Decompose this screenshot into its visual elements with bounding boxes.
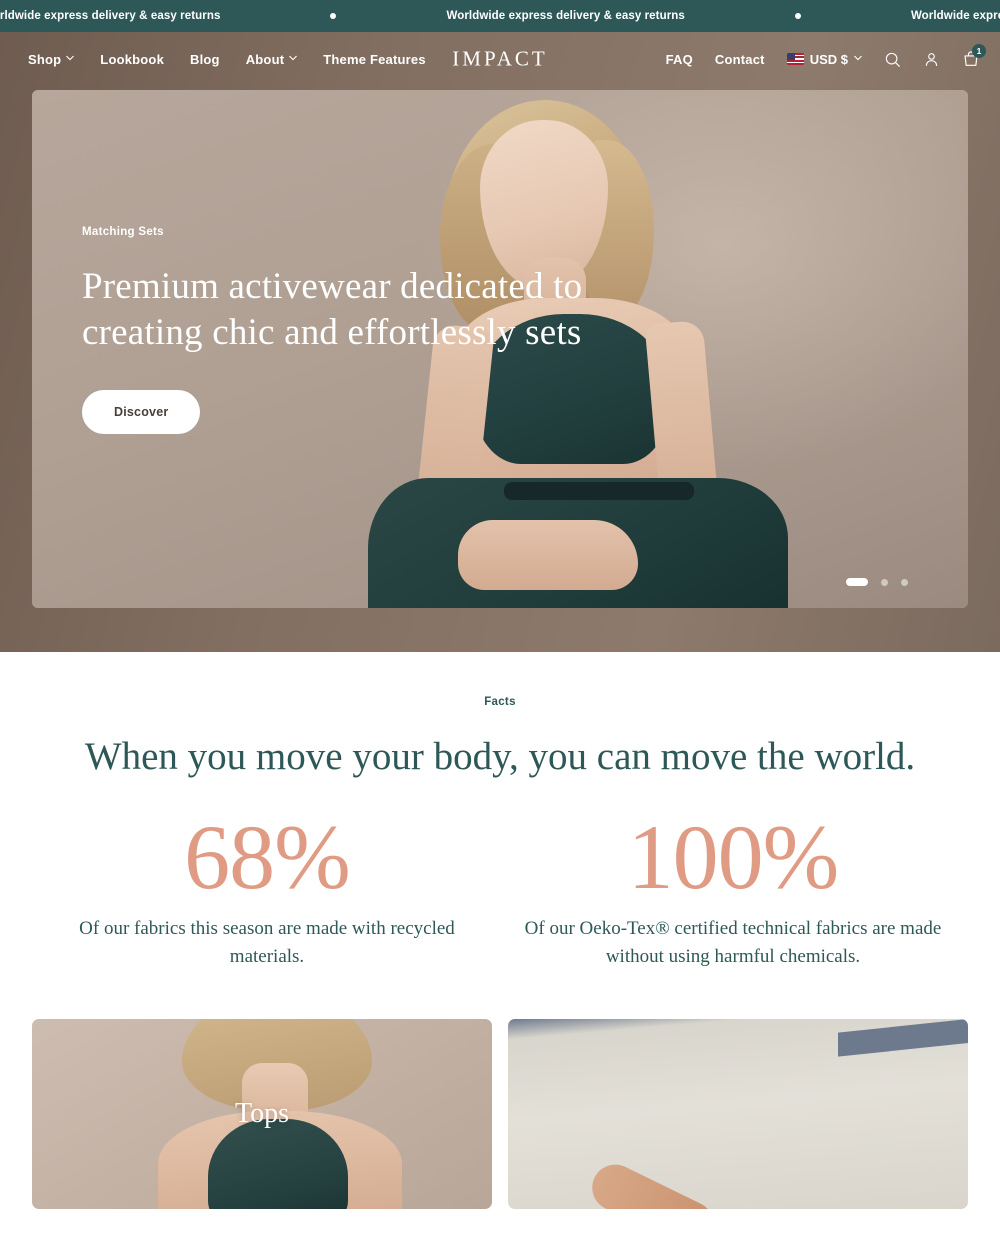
nav-item-label: Theme Features [323, 51, 426, 67]
announcement-text: Worldwide express delivery & easy return… [910, 10, 1000, 22]
currency-label: USD $ [809, 51, 848, 67]
hero-slider[interactable]: Matching Sets Premium activewear dedicat… [32, 90, 968, 608]
primary-navigation: Shop Lookbook Blog About Theme Features [28, 52, 426, 67]
cart-count-badge: 1 [972, 44, 986, 58]
nav-item-label: Lookbook [100, 51, 165, 67]
stat-description: Of our Oeko-Tex® certified technical fab… [524, 918, 942, 967]
facts-title: When you move your body, you can move th… [84, 735, 916, 778]
hero-slider-dots [846, 578, 908, 586]
stat-description: Of our fabrics this season are made with… [79, 918, 455, 967]
nav-item-label: Blog [190, 51, 220, 67]
announcement-bar: Worldwide express delivery & easy return… [0, 0, 1000, 32]
hero-eyebrow: Matching Sets [82, 226, 164, 238]
site-header: Shop Lookbook Blog About Theme Features [0, 32, 1000, 86]
announcement-text: Worldwide express delivery & easy return… [446, 10, 685, 22]
hero-section: Shop Lookbook Blog About Theme Features [0, 32, 1000, 652]
slider-dot-1[interactable] [846, 578, 868, 586]
us-flag-icon [786, 53, 804, 65]
chevron-down-icon [289, 54, 298, 62]
nav-item-shop[interactable]: Shop [28, 51, 75, 67]
chevron-down-icon [854, 54, 862, 62]
stat-number: 68% [184, 806, 351, 908]
nav-item-label: About [245, 51, 285, 67]
nav-item-blog[interactable]: Blog [190, 52, 220, 67]
nav-item-about[interactable]: About [246, 52, 298, 67]
collection-card-secondary[interactable] [508, 1019, 968, 1209]
nav-item-label: Shop [28, 51, 62, 67]
dot-bullet-icon [794, 13, 801, 19]
chevron-down-icon [66, 54, 75, 62]
dot-bullet-icon [330, 13, 337, 19]
facts-stats: 68% Of our fabrics this season are made … [0, 805, 1000, 971]
site-logo[interactable]: IMPACT [452, 47, 547, 72]
stat-item: 100% Of our Oeko-Tex® certified technica… [500, 805, 966, 971]
hero-slide-content: Matching Sets Premium activewear dedicat… [82, 226, 622, 434]
account-icon[interactable] [923, 51, 940, 68]
cart-icon[interactable]: 1 [962, 44, 986, 68]
stat-item: 68% Of our fabrics this season are made … [34, 805, 500, 971]
hero-title: Premium activewear dedicated to creating… [82, 266, 583, 353]
stat-number: 100% [627, 806, 840, 908]
nav-item-faq[interactable]: FAQ [666, 52, 693, 67]
nav-item-contact[interactable]: Contact [715, 52, 765, 67]
hero-bottom-spacer [0, 608, 1000, 652]
discover-button[interactable]: Discover [82, 390, 201, 434]
facts-eyebrow: Facts [484, 696, 516, 708]
collection-card-label: Tops [234, 1098, 290, 1129]
announcement-marquee: Worldwide express delivery & easy return… [0, 10, 1000, 22]
announcement-text: Worldwide express delivery & easy return… [0, 10, 221, 22]
collection-cards: Tops [0, 971, 1000, 1209]
nav-item-label: Contact [714, 51, 765, 67]
collection-card-tops[interactable]: Tops [32, 1019, 492, 1209]
currency-selector[interactable]: USD $ [786, 51, 862, 67]
slider-dot-2[interactable] [881, 578, 888, 586]
secondary-navigation: FAQ Contact USD $ 1 [666, 44, 986, 68]
nav-item-label: FAQ [665, 51, 693, 67]
nav-item-lookbook[interactable]: Lookbook [100, 52, 164, 67]
facts-section: Facts When you move your body, you can m… [0, 652, 1000, 971]
slider-dot-3[interactable] [901, 578, 908, 586]
nav-item-theme-features[interactable]: Theme Features [323, 52, 426, 67]
search-icon[interactable] [884, 51, 901, 68]
